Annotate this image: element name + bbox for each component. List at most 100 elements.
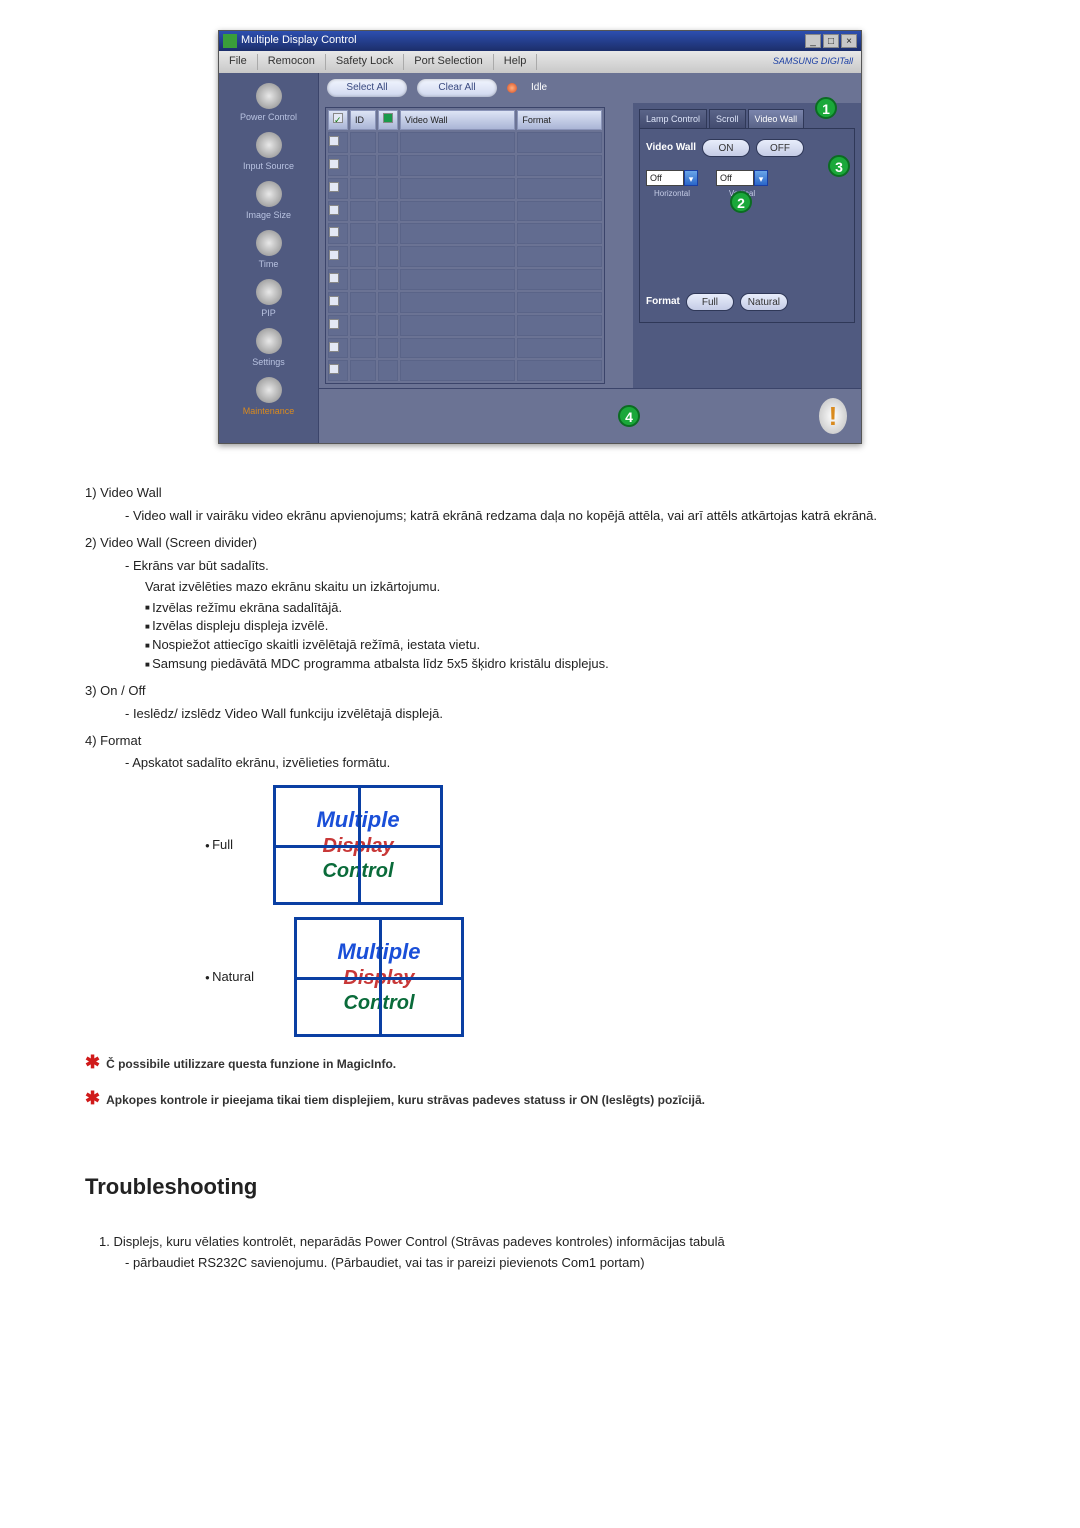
toolbar: Select All Clear All Idle xyxy=(319,73,861,103)
item-2-bullets: Izvēlas režīmu ekrāna sadalītājā. Izvēla… xyxy=(145,599,995,674)
header-checkbox[interactable] xyxy=(333,113,343,123)
format-natural-button[interactable]: Natural xyxy=(740,293,788,311)
tab-lamp-control[interactable]: Lamp Control xyxy=(639,109,707,128)
power-icon xyxy=(256,83,282,109)
ts-item-1-sub: - pārbaudiet RS232C savienojumu. (Pārbau… xyxy=(125,1254,995,1273)
tab-video-wall[interactable]: Video Wall xyxy=(748,109,805,128)
sidebar: Power Control Input Source Image Size Ti… xyxy=(219,73,319,443)
item-1-title: 1) Video Wall xyxy=(85,484,995,503)
format-full-button[interactable]: Full xyxy=(686,293,734,311)
sidebar-maintenance[interactable]: Maintenance xyxy=(219,373,318,422)
pip-icon xyxy=(256,279,282,305)
app-icon xyxy=(223,34,237,48)
full-format-label: Full xyxy=(205,836,233,855)
bullet-item: Izvēlas displeju displeja izvēlē. xyxy=(145,617,995,636)
natural-format-diagram: Multiple Display Control xyxy=(294,917,464,1037)
table-row[interactable] xyxy=(328,223,602,244)
item-3-title: 3) On / Off xyxy=(85,682,995,701)
natural-format-label: Natural xyxy=(205,968,254,987)
item-4-title: 4) Format xyxy=(85,732,995,751)
star-icon: ✱ xyxy=(85,1088,100,1108)
right-panel: Lamp Control Scroll Video Wall 1 Video W… xyxy=(633,103,861,388)
table-row[interactable] xyxy=(328,155,602,176)
table-row[interactable] xyxy=(328,338,602,359)
table-row[interactable] xyxy=(328,246,602,267)
col-id: ID xyxy=(350,110,376,130)
item-4-desc: - Apskatot sadalīto ekrānu, izvēlieties … xyxy=(125,754,995,773)
item-2-desc2: Varat izvēlēties mazo ekrānu skaitu un i… xyxy=(145,578,995,597)
menu-help[interactable]: Help xyxy=(494,54,538,70)
settings-icon xyxy=(256,328,282,354)
item-3-desc: - Ieslēdz/ izslēdz Video Wall funkciju i… xyxy=(125,705,995,724)
menu-remocon[interactable]: Remocon xyxy=(258,54,326,70)
horizontal-value: Off xyxy=(646,170,684,186)
menu-port-selection[interactable]: Port Selection xyxy=(404,54,493,70)
full-format-diagram: Multiple Display Control xyxy=(273,785,443,905)
item-1-desc: - Video wall ir vairāku video ekrānu apv… xyxy=(125,507,995,526)
item-2-desc1: - Ekrāns var būt sadalīts. xyxy=(125,557,995,576)
idle-indicator-icon xyxy=(507,83,517,93)
star-icon: ✱ xyxy=(85,1052,100,1072)
menu-safety-lock[interactable]: Safety Lock xyxy=(326,54,404,70)
col-status xyxy=(378,110,398,130)
sidebar-input-source[interactable]: Input Source xyxy=(219,128,318,177)
minimize-button[interactable]: _ xyxy=(805,34,821,48)
table-row[interactable] xyxy=(328,292,602,313)
callout-2: 2 xyxy=(730,191,752,213)
bullet-item: Samsung piedāvātā MDC programma atbalsta… xyxy=(145,655,995,674)
video-wall-on-button[interactable]: ON xyxy=(702,139,750,157)
vertical-value: Off xyxy=(716,170,754,186)
maximize-button[interactable]: □ xyxy=(823,34,839,48)
horizontal-label: Horizontal xyxy=(654,188,690,200)
col-format: Format xyxy=(517,110,602,130)
vertical-select[interactable]: Off ▾ xyxy=(716,170,768,186)
menu-bar: File Remocon Safety Lock Port Selection … xyxy=(219,51,861,73)
chevron-down-icon[interactable]: ▾ xyxy=(754,170,768,186)
format-label: Format xyxy=(646,295,680,310)
table-row[interactable] xyxy=(328,178,602,199)
col-video-wall: Video Wall xyxy=(400,110,515,130)
sidebar-image-size[interactable]: Image Size xyxy=(219,177,318,226)
sidebar-settings[interactable]: Settings xyxy=(219,324,318,373)
select-all-button[interactable]: Select All xyxy=(327,79,407,97)
sidebar-power-control[interactable]: Power Control xyxy=(219,79,318,128)
ts-item-1: 1. Displejs, kuru vēlaties kontrolēt, ne… xyxy=(99,1233,995,1252)
clear-all-button[interactable]: Clear All xyxy=(417,79,497,97)
callout-3: 3 xyxy=(828,155,850,177)
menu-file[interactable]: File xyxy=(219,54,258,70)
mdc-window: Multiple Display Control _ □ × File Remo… xyxy=(218,30,862,444)
maintenance-icon xyxy=(256,377,282,403)
bullet-item: Nospiežot attiecīgo skaitli izvēlētajā r… xyxy=(145,636,995,655)
horizontal-select[interactable]: Off ▾ xyxy=(646,170,698,186)
video-wall-label: Video Wall xyxy=(646,141,696,156)
close-button[interactable]: × xyxy=(841,34,857,48)
note-2: ✱Apkopes kontrole ir pieejama tikai tiem… xyxy=(85,1085,995,1111)
sidebar-pip[interactable]: PIP xyxy=(219,275,318,324)
explanation-text: 1) Video Wall - Video wall ir vairāku vi… xyxy=(85,484,995,1273)
brand-label: SAMSUNG DIGITall xyxy=(765,55,861,68)
display-table: ID Video Wall Format xyxy=(325,107,605,384)
tab-scroll[interactable]: Scroll xyxy=(709,109,746,128)
item-2-title: 2) Video Wall (Screen divider) xyxy=(85,534,995,553)
table-row[interactable] xyxy=(328,201,602,222)
window-title: Multiple Display Control xyxy=(241,33,357,49)
table-row[interactable] xyxy=(328,360,602,381)
video-wall-off-button[interactable]: OFF xyxy=(756,139,804,157)
callout-1: 1 xyxy=(815,97,837,119)
status-bar: ! xyxy=(319,388,861,443)
note-1: ✱Č possibile utilizzare questa funzione … xyxy=(85,1049,995,1075)
warning-icon: ! xyxy=(819,398,847,434)
chevron-down-icon[interactable]: ▾ xyxy=(684,170,698,186)
time-icon xyxy=(256,230,282,256)
table-row[interactable] xyxy=(328,132,602,153)
sidebar-time[interactable]: Time xyxy=(219,226,318,275)
window-titlebar: Multiple Display Control _ □ × xyxy=(219,31,861,51)
input-icon xyxy=(256,132,282,158)
table-row[interactable] xyxy=(328,269,602,290)
bullet-item: Izvēlas režīmu ekrāna sadalītājā. xyxy=(145,599,995,618)
image-size-icon xyxy=(256,181,282,207)
callout-4: 4 xyxy=(618,405,640,427)
idle-label: Idle xyxy=(531,81,547,96)
table-row[interactable] xyxy=(328,315,602,336)
troubleshooting-heading: Troubleshooting xyxy=(85,1171,995,1203)
